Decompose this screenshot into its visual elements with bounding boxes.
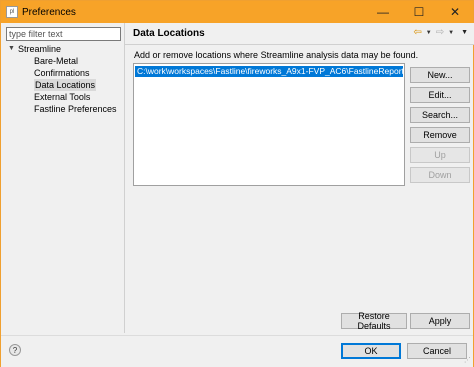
arrow-right-icon[interactable]: ⇨	[436, 27, 444, 38]
new-button[interactable]: New...	[410, 67, 470, 83]
tree-item-label: Streamline	[18, 44, 62, 54]
tree-item-label: Data Locations	[34, 79, 97, 91]
window-title: Preferences	[22, 6, 76, 18]
dialog-footer	[1, 335, 473, 367]
page-header: Data Locations ⇦ ▼ ⇨ ▼ ▼	[125, 23, 474, 45]
cancel-button[interactable]: Cancel	[407, 343, 467, 359]
close-button[interactable]: ✕	[437, 1, 473, 23]
tree-item-fastline-preferences[interactable]: Fastline Preferences	[6, 103, 121, 115]
arrow-left-icon[interactable]: ⇦	[413, 27, 421, 38]
maximize-button[interactable]: ☐	[401, 1, 437, 23]
tree-item-label: Confirmations	[34, 68, 90, 78]
search-button[interactable]: Search...	[410, 107, 470, 123]
tree-item-data-locations[interactable]: Data Locations	[6, 79, 121, 91]
locations-list[interactable]: C:\work\workspaces\Fastline\fireworks_A9…	[133, 63, 405, 186]
forward-dropdown-chevron-down-icon[interactable]: ▼	[448, 30, 454, 36]
back-dropdown-chevron-down-icon[interactable]: ▼	[426, 30, 432, 36]
resize-grip-icon[interactable]: ⋰	[464, 356, 471, 364]
minimize-button[interactable]: —	[365, 1, 401, 23]
tree-item-confirmations[interactable]: Confirmations	[6, 67, 121, 79]
help-icon[interactable]: ?	[9, 344, 21, 356]
tree-item-bare-metal[interactable]: Bare-Metal	[6, 55, 121, 67]
down-button[interactable]: Down	[410, 167, 470, 183]
tree-item-label: External Tools	[34, 92, 91, 102]
chevron-down-icon[interactable]: ▼	[8, 43, 18, 55]
app-icon: pl	[6, 6, 18, 18]
tree-item-label: Bare-Metal	[34, 56, 79, 66]
page-title: Data Locations	[133, 28, 205, 39]
apply-button[interactable]: Apply	[410, 313, 470, 329]
title-bar[interactable]: pl Preferences — ☐ ✕	[1, 1, 473, 23]
filter-input[interactable]	[6, 27, 121, 41]
restore-defaults-button[interactable]: Restore Defaults	[341, 311, 407, 331]
preferences-window: pl Preferences — ☐ ✕ ▼ Streamline Bare-M…	[0, 0, 474, 367]
preference-tree-pane: ▼ Streamline Bare-Metal Confirmations Da…	[6, 27, 121, 331]
pane-splitter[interactable]	[124, 23, 125, 333]
tree-item-label: Fastline Preferences	[34, 104, 117, 114]
remove-button[interactable]: Remove	[410, 127, 470, 143]
view-menu-icon[interactable]: ▼	[461, 29, 468, 36]
edit-button[interactable]: Edit...	[410, 87, 470, 103]
preference-tree: ▼ Streamline Bare-Metal Confirmations Da…	[6, 43, 121, 115]
page-description: Add or remove locations where Streamline…	[134, 50, 419, 60]
ok-button[interactable]: OK	[341, 343, 401, 359]
up-button[interactable]: Up	[410, 147, 470, 163]
tree-item-external-tools[interactable]: External Tools	[6, 91, 121, 103]
list-item[interactable]: C:\work\workspaces\Fastline\fireworks_A9…	[135, 66, 403, 77]
tree-item-streamline[interactable]: ▼ Streamline	[6, 43, 121, 55]
